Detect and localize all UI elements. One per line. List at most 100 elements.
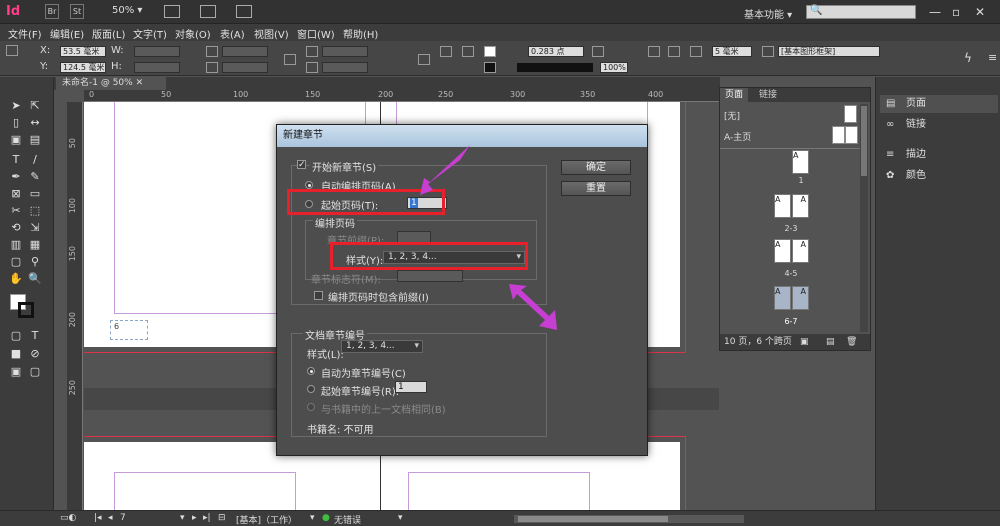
screen-mode-icon[interactable] (200, 5, 216, 18)
dock-item-links[interactable]: ∞ 链接 (880, 116, 998, 134)
spread-6-7[interactable]: A A 6-7 (720, 286, 860, 326)
scale-x-icon[interactable] (206, 46, 218, 57)
y-field[interactable]: 124.5 毫米 (60, 62, 106, 73)
scale-tool-icon[interactable]: ⇲ (27, 221, 43, 235)
h-field[interactable] (134, 62, 180, 73)
page-thumb[interactable]: A (774, 239, 791, 263)
new-page-icon[interactable]: ▤ (826, 334, 835, 350)
maximize-icon[interactable]: ▫ (952, 5, 960, 19)
chapter-style-select[interactable]: 1, 2, 3, 4... (341, 340, 423, 353)
selection-tool-icon[interactable]: ➤ (8, 99, 24, 113)
w-field[interactable] (134, 46, 180, 57)
master-a-thumb[interactable] (845, 126, 858, 144)
reference-point-icon[interactable] (6, 45, 18, 56)
object-style-icon[interactable] (762, 46, 774, 57)
lightning-icon[interactable]: ϟ (964, 51, 972, 65)
workspace-switcher[interactable]: 基本功能 ▾ (744, 6, 792, 21)
x-field[interactable]: 53.5 毫米 (60, 46, 106, 57)
gradient-swatch-tool-icon[interactable]: ▥ (8, 238, 24, 252)
delete-page-icon[interactable]: 🗑 (846, 334, 857, 350)
content-placer-icon[interactable]: ▤ (27, 133, 43, 147)
formatting-text-icon[interactable]: T (27, 329, 43, 343)
horizontal-ruler[interactable]: 0 50 100 150 200 250 300 350 400 (84, 90, 720, 102)
include-prefix-checkbox[interactable] (314, 291, 323, 300)
scissors-tool-icon[interactable]: ✂ (8, 204, 24, 218)
opacity-field[interactable]: 100% (600, 62, 628, 73)
bridge-button[interactable]: Br (45, 4, 59, 19)
stock-button[interactable]: St (70, 4, 84, 19)
stroke-weight-field[interactable]: 0.283 点 (528, 46, 584, 57)
minimize-icon[interactable]: — (929, 5, 941, 19)
page-dropdown-icon[interactable]: ▾ (180, 513, 185, 523)
menu-type[interactable]: 文字(T) (133, 26, 167, 41)
rotate-tool-icon[interactable]: ⟲ (8, 221, 24, 235)
dock-item-stroke[interactable]: ≡ 描边 (880, 146, 998, 164)
scroll-thumb[interactable] (861, 106, 867, 176)
start-chapter-input[interactable]: 1 (395, 381, 427, 393)
ok-button[interactable]: 确定 (561, 160, 631, 175)
panel-menu-icon[interactable]: ≡ (988, 51, 997, 64)
content-collector-icon[interactable]: ▣ (8, 133, 24, 147)
scale-y-field[interactable] (222, 62, 268, 73)
apply-color-icon[interactable]: ■ (8, 347, 24, 361)
screen-mode-normal-icon[interactable]: ▣ (8, 365, 24, 379)
menu-window[interactable]: 窗口(W) (297, 26, 335, 41)
section-marker-input[interactable] (397, 270, 463, 282)
menu-file[interactable]: 文件(F) (8, 26, 42, 41)
zoom-tool-icon[interactable]: 🔍 (27, 272, 43, 286)
menu-help[interactable]: 帮助(H) (343, 26, 378, 41)
free-transform-tool-icon[interactable]: ⬚ (27, 204, 43, 218)
fit-frame-icon[interactable] (648, 46, 660, 57)
tab-pages[interactable]: 页面 (720, 88, 749, 102)
fit-content-icon[interactable] (668, 46, 680, 57)
menu-view[interactable]: 视图(V) (254, 26, 289, 41)
shear-field[interactable] (322, 62, 368, 73)
align-icon[interactable] (440, 46, 452, 57)
next-page-icon[interactable]: ▸ (192, 513, 197, 523)
preview-mode-icon[interactable]: ▭◐ (60, 513, 76, 523)
page-thumb[interactable]: A (792, 194, 809, 218)
gradient-feather-tool-icon[interactable]: ▦ (27, 238, 43, 252)
screen-mode-preview-icon[interactable]: ▢ (27, 365, 43, 379)
pencil-tool-icon[interactable]: ✎ (27, 170, 43, 184)
tab-links[interactable]: 链接 (754, 88, 782, 102)
note-tool-icon[interactable]: ▢ (8, 255, 24, 269)
gap-tool-icon[interactable]: ↔ (27, 116, 43, 130)
rotate-icon[interactable] (306, 46, 318, 57)
dock-item-color[interactable]: ✿ 颜色 (880, 167, 998, 185)
zoom-select[interactable]: 50% ▾ (112, 5, 142, 16)
spread-1[interactable]: A 1 (720, 150, 860, 190)
menu-table[interactable]: 表(A) (220, 26, 245, 41)
page-thumb[interactable]: A (792, 150, 809, 174)
page-thumb[interactable]: A (792, 286, 809, 310)
fill-swatch[interactable] (484, 46, 496, 57)
apply-none-icon[interactable]: ⊘ (27, 347, 43, 361)
menu-edit[interactable]: 编辑(E) (50, 26, 84, 41)
auto-numbering-radio[interactable] (305, 181, 313, 189)
view-options-icon[interactable] (164, 5, 180, 18)
eyedropper-tool-icon[interactable]: ⚲ (27, 255, 43, 269)
master-none-thumb[interactable] (844, 105, 857, 123)
dock-item-pages[interactable]: ▤ 页面 (880, 95, 998, 113)
spread-4-5[interactable]: A A 4-5 (720, 239, 860, 279)
vertical-ruler[interactable]: 50 100 150 200 250 (67, 102, 83, 510)
spread-2-3[interactable]: A A 2-3 (720, 194, 860, 234)
shear-icon[interactable] (306, 62, 318, 73)
scroll-thumb[interactable] (518, 516, 668, 522)
page-thumb[interactable]: A (774, 286, 791, 310)
stroke-swatch[interactable] (484, 62, 496, 73)
last-page-icon[interactable]: ▸| (203, 513, 211, 523)
object-style-select[interactable]: [基本图形框架] (778, 46, 880, 57)
formatting-container-icon[interactable]: ▢ (8, 329, 24, 343)
start-section-checkbox[interactable]: ✓ (297, 160, 306, 170)
master-none-row[interactable]: [无] (720, 104, 870, 126)
preflight-status[interactable]: 无错误 (334, 513, 361, 526)
page-number-field[interactable]: 7 (120, 513, 126, 523)
arrange-documents-icon[interactable] (236, 5, 252, 18)
start-chapter-radio[interactable] (307, 385, 315, 393)
menu-layout[interactable]: 版面(L) (92, 26, 125, 41)
pen-tool-icon[interactable]: ✒ (8, 170, 24, 184)
preflight-menu-icon[interactable]: ▾ (398, 513, 403, 523)
search-input[interactable]: 🔍 (806, 5, 916, 19)
corner-options-icon[interactable] (690, 46, 702, 57)
